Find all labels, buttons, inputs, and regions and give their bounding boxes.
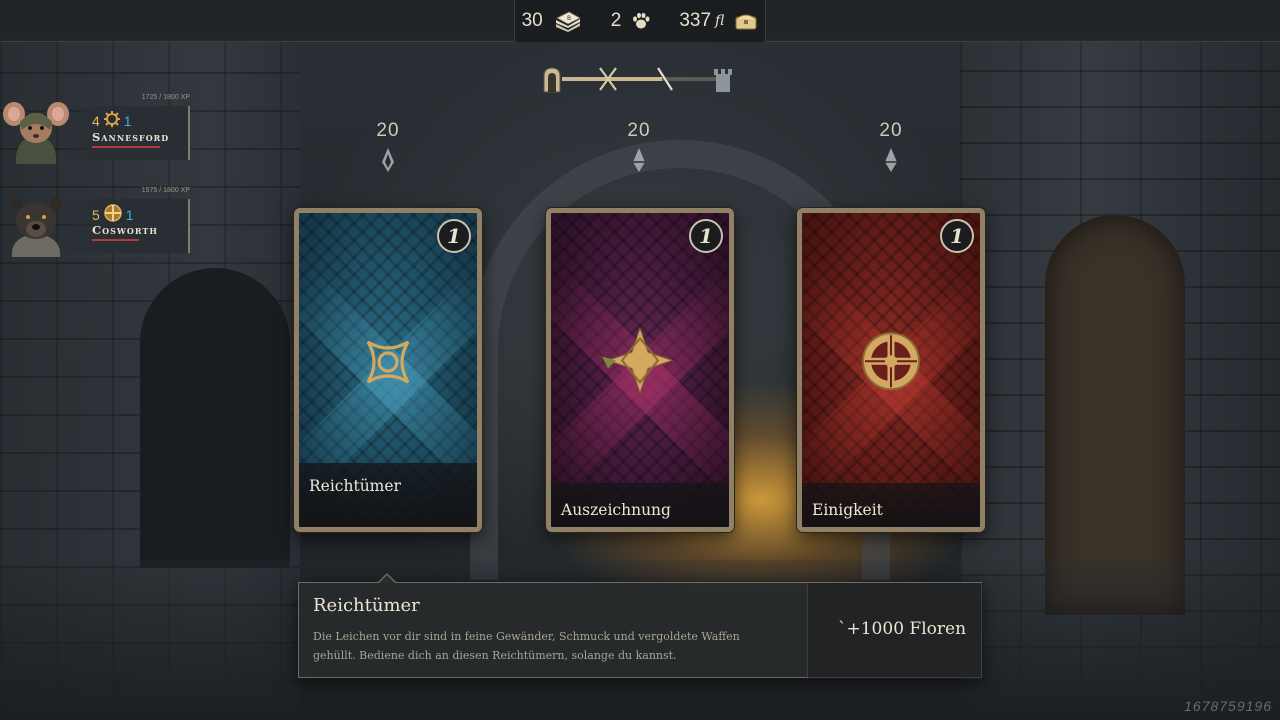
- run-seed: 1678759196: [1184, 698, 1272, 714]
- hero-stats: 4 1: [92, 110, 132, 131]
- gear-emblem-icon: [103, 110, 121, 131]
- health-bar: [92, 146, 161, 148]
- card-cost-2: 20: [609, 120, 669, 172]
- xp-readout: 1725 / 1800 XP: [141, 94, 190, 101]
- books-count: 30: [521, 10, 543, 31]
- hero-level: 5: [92, 206, 100, 223]
- card-title: Auszeichnung: [561, 501, 671, 519]
- florin-count: 337: [679, 10, 712, 31]
- hero-blue-stat: 1: [125, 206, 134, 223]
- card-cost-1: 20: [358, 120, 418, 172]
- resource-group: 30 B 2 337 fl: [514, 0, 766, 42]
- badger-portrait: [2, 193, 70, 259]
- card-count-badge: 1: [437, 219, 471, 253]
- card-reichtuemer[interactable]: Reichtümer 1: [294, 208, 482, 532]
- tooltip-title: Reichtümer: [313, 595, 420, 616]
- card-cost-value: 20: [879, 120, 903, 141]
- compass-star-icon: [598, 324, 682, 400]
- card-cost-value: 20: [376, 120, 400, 141]
- tower-icon: [714, 69, 732, 92]
- card-title: Einigkeit: [812, 501, 883, 519]
- gem-marker-icon: [885, 148, 897, 172]
- health-bar: [92, 239, 139, 241]
- card-title: Reichtümer: [309, 477, 401, 495]
- hero-name: Sannesford: [92, 130, 170, 144]
- card-cost-3: 20: [861, 120, 921, 172]
- party-member-sannesford[interactable]: 1725 / 1800 XP 4 1 Sannesford: [0, 94, 192, 164]
- paw-print-icon: [631, 11, 651, 31]
- svg-text:B: B: [567, 15, 571, 22]
- gem-marker-icon: [382, 148, 394, 172]
- card-einigkeit[interactable]: Einigkeit 1: [797, 208, 985, 532]
- florin-unit: fl: [715, 13, 725, 29]
- card-tooltip: Reichtümer Die Leichen vor dir sind in f…: [298, 573, 983, 679]
- paw-count: 2: [610, 10, 622, 31]
- card-auszeichnung[interactable]: Auszeichnung 1: [546, 208, 734, 532]
- knot-icon: [360, 334, 416, 394]
- wooden-door-right: [1045, 215, 1185, 615]
- party-member-cosworth[interactable]: 1575 / 1800 XP 5 1 Cosworth: [0, 187, 192, 257]
- card-count-badge: 1: [689, 219, 723, 253]
- hero-name: Cosworth: [92, 223, 158, 237]
- mouse-portrait: [2, 100, 70, 166]
- top-resource-bar: 30 B 2 337 fl: [0, 0, 1280, 42]
- treasure-chest-icon: [734, 11, 758, 31]
- route-progress: [540, 64, 740, 94]
- card-footer: [299, 463, 477, 527]
- celtic-cross-icon: [859, 329, 923, 397]
- tooltip-reward-panel: `+1000 Floren: [807, 583, 983, 679]
- tooltip-description: Die Leichen vor dir sind in feine Gewänd…: [313, 630, 740, 662]
- gate-icon: [543, 67, 561, 93]
- card-count-badge: 1: [940, 219, 974, 253]
- book-stack-icon: B: [553, 9, 583, 33]
- xp-readout: 1575 / 1800 XP: [141, 187, 190, 194]
- card-cost-value: 20: [627, 120, 651, 141]
- hero-level: 4: [92, 112, 100, 129]
- gem-marker-icon: [633, 148, 645, 172]
- dark-archway-left: [140, 268, 290, 568]
- hero-blue-stat: 1: [123, 112, 132, 129]
- tooltip-reward: `+1000 Floren: [838, 619, 967, 639]
